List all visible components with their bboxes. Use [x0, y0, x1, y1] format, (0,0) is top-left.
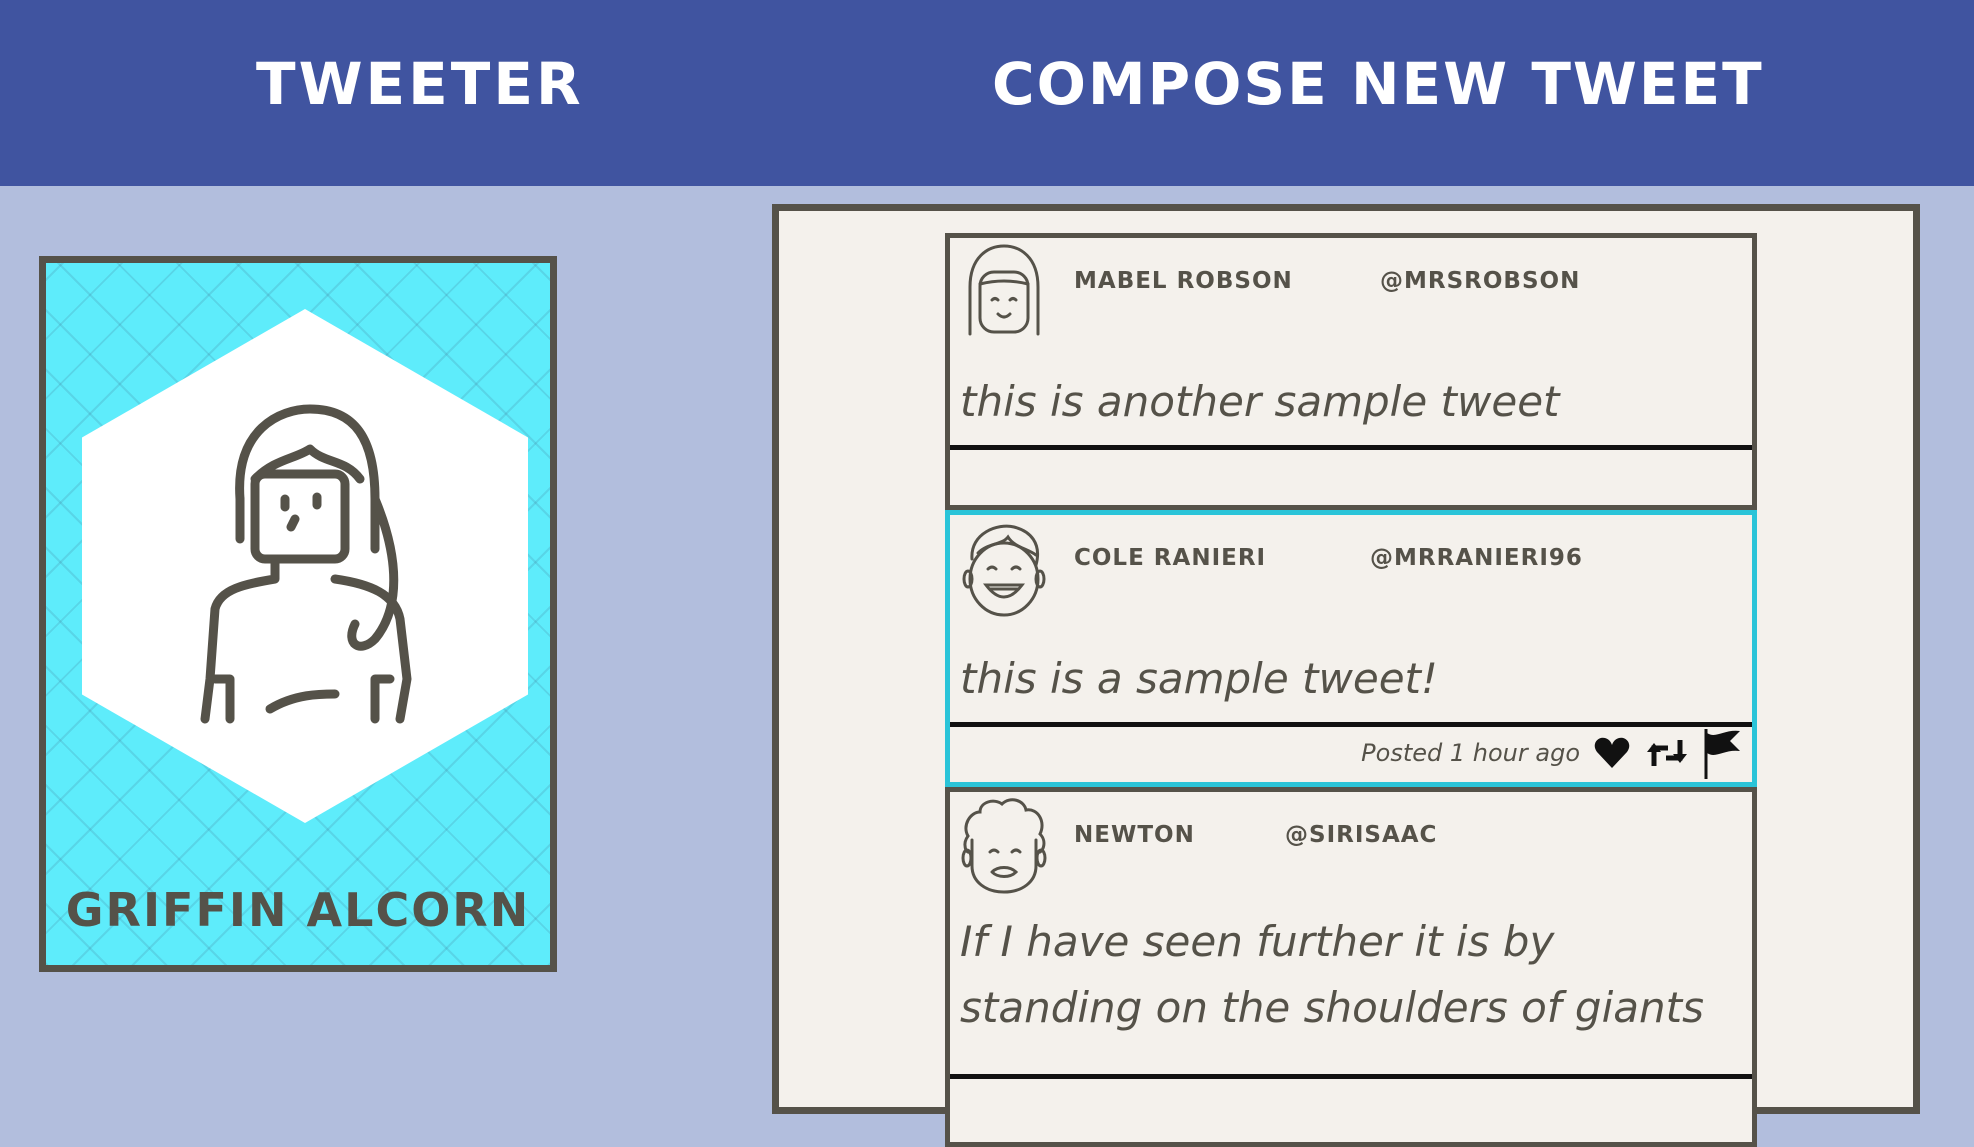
compose-new-tweet-button[interactable]: Compose New Tweet: [992, 50, 1764, 118]
tweet-author-handle[interactable]: @mrranieri96: [1370, 545, 1583, 571]
profile-name: Griffin Alcorn: [65, 883, 531, 937]
tweet-author-name: Newton: [1074, 822, 1195, 848]
smiling-girl-avatar-icon: [968, 244, 1040, 336]
tweet-author-name: Cole Ranieri: [1074, 545, 1267, 571]
brand-title: Tweeter: [256, 50, 584, 118]
tweet-author-handle[interactable]: @mrsrobson: [1380, 268, 1580, 294]
tweet-card[interactable]: Cole Ranieri @mrranieri96 this is a samp…: [945, 510, 1757, 787]
tweet-author-name: Mabel Robson: [1074, 268, 1293, 294]
tweet-text: this is a sample tweet!: [960, 654, 1438, 703]
tweet-author-handle[interactable]: @sirisaac: [1285, 822, 1437, 848]
laughing-boy-avatar-icon: [962, 524, 1046, 617]
tweet-card[interactable]: Newton @sirisaac If I have seen further …: [945, 787, 1757, 1147]
posted-time: Posted 1 hour ago: [1361, 739, 1580, 767]
navbar: Tweeter Compose New Tweet: [0, 0, 1974, 186]
tweet-text: If I have seen further it is by standing…: [960, 917, 1704, 1032]
tweet-feed[interactable]: Mabel Robson @mrsrobson this is another …: [772, 204, 1920, 1147]
heart-icon[interactable]: [1592, 732, 1632, 774]
curly-hair-man-avatar-icon: [961, 798, 1047, 894]
tweet-footer: Posted 1 hour ago: [1361, 727, 1742, 779]
woman-avatar-icon: [200, 404, 412, 724]
retweet-icon[interactable]: [1644, 732, 1690, 774]
profile-card: Griffin Alcorn: [39, 256, 557, 972]
flag-icon[interactable]: [1702, 727, 1742, 779]
tweet-card[interactable]: Mabel Robson @mrsrobson this is another …: [945, 233, 1757, 510]
tweet-divider: [950, 445, 1752, 450]
avatar-hexagon: [82, 309, 528, 823]
tweet-text: this is another sample tweet: [960, 377, 1560, 426]
tweet-divider: [950, 1074, 1752, 1079]
